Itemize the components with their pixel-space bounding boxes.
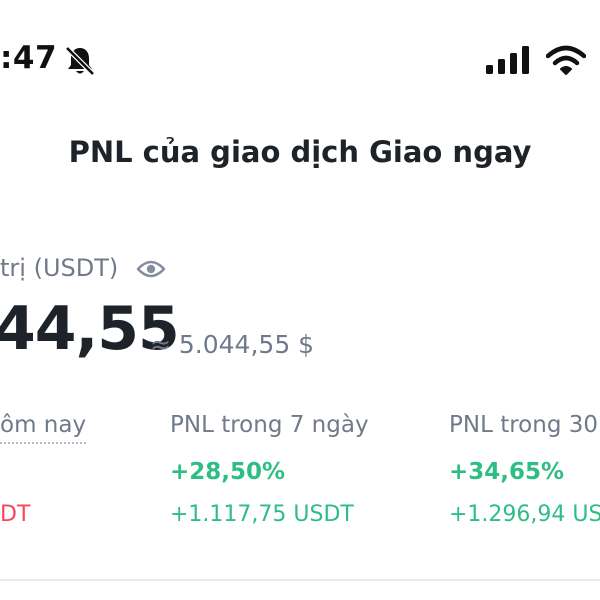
bell-slash-icon (65, 46, 95, 76)
balance-approx-usd: ≈ 5.044,55 $ (150, 330, 315, 359)
pnl-30d-amount: +1.296,94 USD (449, 502, 600, 527)
status-time: :47 (0, 40, 58, 76)
pnl-today-label[interactable]: ôm nay (0, 412, 87, 444)
signal-icon (486, 46, 529, 74)
page-title: PNL của giao dịch Giao ngay (68, 135, 532, 169)
pnl-30d-label: PNL trong 30 n (449, 412, 600, 438)
pnl-7d-label: PNL trong 7 ngày (170, 412, 369, 438)
pnl-7d-amount: +1.117,75 USDT (170, 502, 354, 527)
spot-pnl-screen: :47 PNL của giao dịch Giao ngay trị (USD… (0, 0, 600, 600)
section-divider (0, 579, 600, 581)
eye-icon[interactable] (136, 258, 166, 280)
pnl-30d-percent: +34,65% (449, 459, 565, 485)
pnl-7d-percent: +28,50% (170, 459, 286, 485)
wifi-icon (546, 45, 586, 75)
estimated-value-label: trị (USDT) (0, 254, 119, 282)
pnl-today-amount: DT (0, 502, 31, 527)
